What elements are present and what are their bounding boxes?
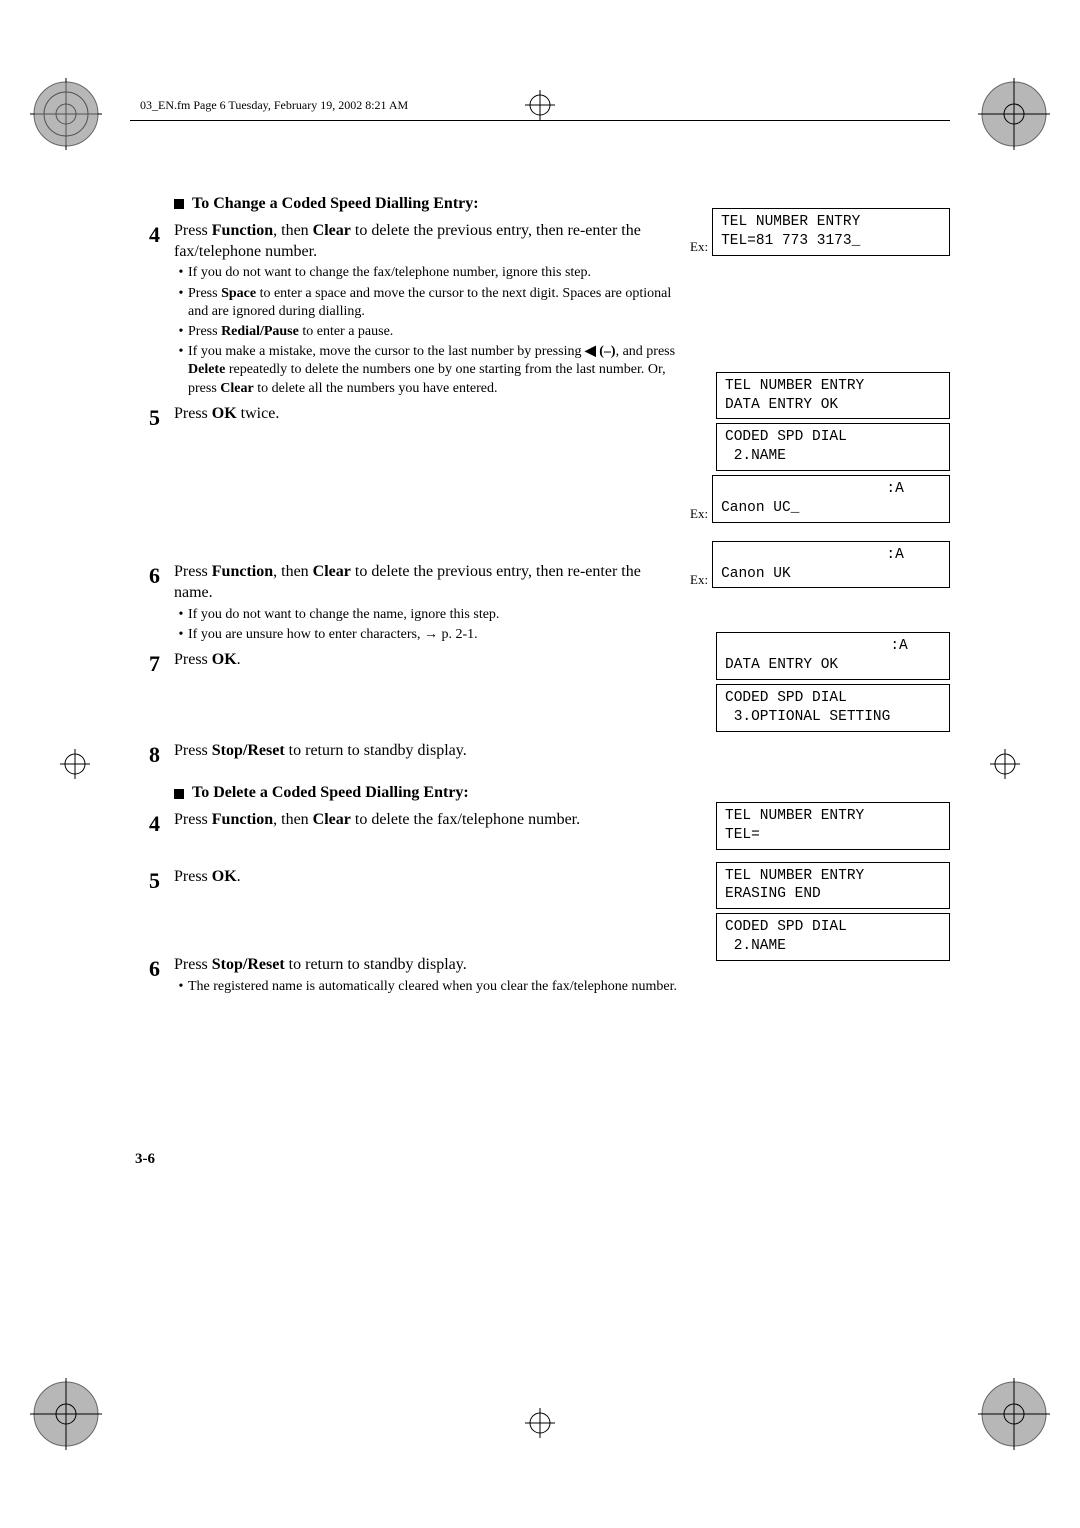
crop-mark-icon bbox=[30, 78, 102, 150]
example-label: Ex: bbox=[690, 506, 708, 527]
step-number: 6 bbox=[130, 955, 160, 984]
lcd-display: TEL NUMBER ENTRY ERASING END bbox=[716, 862, 950, 910]
register-mark-icon bbox=[990, 749, 1020, 779]
step-number: 5 bbox=[130, 867, 160, 896]
square-bullet-icon bbox=[174, 789, 184, 799]
step-number: 5 bbox=[130, 404, 160, 433]
bullet-text: Press Space to enter a space and move th… bbox=[188, 285, 680, 321]
step-text: Press Function, then Clear to delete the… bbox=[174, 563, 641, 601]
lcd-display: :A Canon UK bbox=[712, 541, 950, 589]
step-text: Press Stop/Reset to return to standby di… bbox=[174, 741, 680, 762]
lcd-display: TEL NUMBER ENTRY TEL=81 773 3173_ bbox=[712, 208, 950, 256]
step-text: Press OK. bbox=[174, 650, 680, 671]
bullet-text: If you do not want to change the fax/tel… bbox=[188, 264, 680, 282]
section-heading-change: To Change a Coded Speed Dialling Entry: bbox=[192, 194, 479, 215]
step-number: 4 bbox=[130, 810, 160, 839]
bullet-text: The registered name is automatically cle… bbox=[188, 978, 680, 996]
square-bullet-icon bbox=[174, 199, 184, 209]
lcd-display: TEL NUMBER ENTRY TEL= bbox=[716, 802, 950, 850]
register-mark-icon bbox=[60, 749, 90, 779]
register-mark-icon bbox=[525, 90, 555, 120]
section-heading-delete: To Delete a Coded Speed Dialling Entry: bbox=[192, 783, 469, 804]
step-text: Press OK. bbox=[174, 867, 680, 888]
example-label: Ex: bbox=[690, 572, 708, 593]
bullet-text: If you are unsure how to enter character… bbox=[188, 626, 680, 644]
lcd-display: CODED SPD DIAL 2.NAME bbox=[716, 423, 950, 471]
page-body: To Change a Coded Speed Dialling Entry: … bbox=[130, 190, 950, 996]
crop-mark-icon bbox=[978, 1378, 1050, 1450]
bullet-text: Press Redial/Pause to enter a pause. bbox=[188, 323, 680, 341]
step-number: 7 bbox=[130, 650, 160, 679]
divider bbox=[130, 120, 950, 121]
lcd-display: CODED SPD DIAL 2.NAME bbox=[716, 913, 950, 961]
page-header: 03_EN.fm Page 6 Tuesday, February 19, 20… bbox=[140, 98, 408, 113]
register-mark-icon bbox=[525, 1408, 555, 1438]
lcd-display: :A Canon UC_ bbox=[712, 475, 950, 523]
step-number: 8 bbox=[130, 741, 160, 770]
step-text: Press OK twice. bbox=[174, 404, 680, 425]
step-text: Press Function, then Clear to delete the… bbox=[174, 810, 680, 831]
lcd-display: :A DATA ENTRY OK bbox=[716, 632, 950, 680]
bullet-text: If you make a mistake, move the cursor t… bbox=[188, 343, 680, 398]
lcd-display: TEL NUMBER ENTRY DATA ENTRY OK bbox=[716, 372, 950, 420]
step-text: Press Stop/Reset to return to standby di… bbox=[174, 956, 467, 973]
step-number: 6 bbox=[130, 562, 160, 591]
page-number: 3-6 bbox=[135, 1151, 155, 1168]
step-number: 4 bbox=[130, 221, 160, 250]
lcd-display: CODED SPD DIAL 3.OPTIONAL SETTING bbox=[716, 684, 950, 732]
crop-mark-icon bbox=[30, 1378, 102, 1450]
crop-mark-icon bbox=[978, 78, 1050, 150]
example-label: Ex: bbox=[690, 239, 708, 260]
step-text: Press Function, then Clear to delete the… bbox=[174, 222, 641, 260]
bullet-text: If you do not want to change the name, i… bbox=[188, 606, 680, 624]
